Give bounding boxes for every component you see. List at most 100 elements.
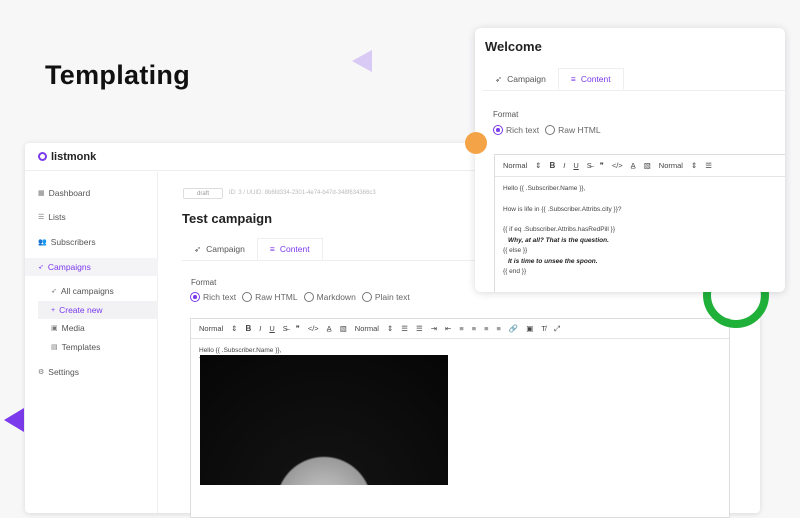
label: Raw HTML xyxy=(558,125,601,135)
label: Plain text xyxy=(374,292,410,302)
rocket-icon: ➶ xyxy=(194,243,202,254)
body-line: {{ else }} xyxy=(503,247,528,254)
rich-text-editor[interactable]: Normal ⇕ B I U S̶ ❞ </> A̲ ▧ Normal ⇕ ☰ ☰ ⇥ ⇤ ≡ ≡ ≡ ≡ … xyxy=(190,318,730,518)
label: Campaign xyxy=(507,74,546,84)
outdent-icon[interactable]: ⇤ xyxy=(445,324,451,333)
decor-triangle-left xyxy=(4,408,24,432)
underline-icon[interactable]: U xyxy=(573,161,578,170)
label: Campaigns xyxy=(47,262,91,272)
page-title: Test campaign xyxy=(182,211,273,226)
align-right-icon[interactable]: ≡ xyxy=(484,324,488,333)
tab-content[interactable]: ≡ Content xyxy=(557,68,624,90)
format-radios: Rich text Raw HTML xyxy=(493,125,601,135)
bold-icon[interactable]: B xyxy=(549,161,555,170)
underline-icon[interactable]: U xyxy=(269,324,274,333)
label: Templates xyxy=(61,342,101,352)
logo-icon xyxy=(38,152,47,161)
align-left-icon[interactable]: ≡ xyxy=(459,324,463,333)
text-color-icon[interactable]: A̲ xyxy=(631,161,636,170)
dashboard-icon: ▦ xyxy=(38,190,45,197)
image-icon[interactable]: ▣ xyxy=(526,324,533,333)
sidebar-item-templates[interactable]: ▤ Templates xyxy=(25,338,133,356)
body-line: It is time to unsee the spoon. xyxy=(508,257,598,265)
radio-markdown[interactable]: Markdown xyxy=(303,292,356,302)
label: Rich text xyxy=(506,125,540,135)
sidebar: ▦ Dashboard ☰ Lists 👥 Subscribers ➶ Campaign… xyxy=(25,172,158,513)
bold-icon[interactable]: B xyxy=(245,324,251,333)
list-icon[interactable]: ☰ xyxy=(705,161,712,170)
bg-color-icon[interactable]: ▧ xyxy=(644,161,651,170)
status-badge: draft xyxy=(183,188,223,199)
campaign-uid: ID: 3 / UUID: 8b6fd334-2301-4e74-b47d-34… xyxy=(229,190,376,196)
bullet-list-icon[interactable]: ☰ xyxy=(416,324,423,333)
radio-icon xyxy=(361,292,372,302)
strike-icon[interactable]: S̶ xyxy=(587,161,592,170)
body-line: Why, at all? That is the question. xyxy=(508,236,609,244)
sidebar-item-subscribers[interactable]: 👥 Subscribers xyxy=(25,233,158,251)
clear-format-icon[interactable]: T̸ xyxy=(541,324,546,333)
sidebar-item-all-campaigns[interactable]: ➶ All campaigns xyxy=(25,282,133,300)
quote-icon[interactable]: ❞ xyxy=(296,324,300,333)
align-center-icon[interactable]: ≡ xyxy=(472,324,476,333)
radio-rich-text[interactable]: Rich text xyxy=(493,125,539,135)
content-icon: ≡ xyxy=(269,244,275,254)
editor-toolbar: Normal ⇕ B I U S̶ ❞ </> A̲ ▧ Normal ⇕ ☰ xyxy=(495,155,785,177)
card-editor[interactable]: Normal ⇕ B I U S̶ ❞ </> A̲ ▧ Normal ⇕ ☰ Hello {{ … xyxy=(494,154,785,292)
radio-raw-html[interactable]: Raw HTML xyxy=(545,125,601,135)
rocket-icon: ➶ xyxy=(495,73,503,84)
label: All campaigns xyxy=(60,286,114,296)
label: Lists xyxy=(48,212,66,222)
link-icon[interactable]: 🔗 xyxy=(509,324,518,333)
ordered-list-icon[interactable]: ☰ xyxy=(401,324,408,333)
rocket-icon: ➶ xyxy=(51,288,57,295)
sidebar-item-campaigns[interactable]: ➶ Campaigns xyxy=(25,258,158,276)
file-icon: ▤ xyxy=(51,344,58,351)
align-justify-icon[interactable]: ≡ xyxy=(496,324,500,333)
size-select[interactable]: Normal xyxy=(659,161,683,170)
code-icon[interactable]: </> xyxy=(308,324,319,333)
radio-rich-text[interactable]: Rich text xyxy=(190,292,236,302)
list-icon: ☰ xyxy=(38,214,45,221)
tab-campaign[interactable]: ➶ Campaign xyxy=(483,68,558,90)
decor-triangle xyxy=(352,50,372,72)
label: Media xyxy=(61,323,85,333)
fullscreen-icon[interactable]: ⤢ xyxy=(554,324,560,334)
editor-body[interactable]: Hello {{ .Subscriber.Name }}, How is lif… xyxy=(495,177,785,285)
welcome-card: Welcome ➶ Campaign ≡ Content Format Rich t… xyxy=(475,28,785,292)
radio-raw-html[interactable]: Raw HTML xyxy=(242,292,298,302)
sidebar-item-dashboard[interactable]: ▦ Dashboard xyxy=(25,184,158,202)
label: Raw HTML xyxy=(255,292,298,302)
code-icon[interactable]: </> xyxy=(612,161,623,170)
format-label: Format xyxy=(493,110,519,119)
quote-icon[interactable]: ❞ xyxy=(600,161,604,170)
label: Settings xyxy=(48,367,79,377)
format-radios: Rich text Raw HTML Markdown Plain text xyxy=(190,292,410,302)
heading-select[interactable]: Normal xyxy=(503,161,527,170)
size-select[interactable]: Normal xyxy=(355,324,379,333)
sidebar-item-media[interactable]: ▣ Media xyxy=(25,319,133,337)
italic-icon[interactable]: I xyxy=(259,324,261,333)
decor-dot xyxy=(465,132,487,154)
body-line: {{ if eq .Subscriber.Attribs.hasRedPill … xyxy=(503,226,616,233)
radio-icon xyxy=(190,292,200,302)
heading-select[interactable]: Normal xyxy=(199,324,223,333)
sidebar-item-create-new[interactable]: + Create new xyxy=(38,301,158,319)
strike-icon[interactable]: S̶ xyxy=(283,324,288,333)
tab-campaign[interactable]: ➶ Campaign xyxy=(182,238,257,260)
sidebar-item-settings[interactable]: ⚙ Settings xyxy=(25,363,158,381)
hero-title: Templating xyxy=(45,60,191,90)
bg-color-icon[interactable]: ▧ xyxy=(340,324,347,333)
format-label: Format xyxy=(191,278,217,287)
sidebar-item-lists[interactable]: ☰ Lists xyxy=(25,208,158,226)
italic-icon[interactable]: I xyxy=(563,161,565,170)
radio-plain-text[interactable]: Plain text xyxy=(361,292,410,302)
label: Dashboard xyxy=(48,188,91,198)
label: Subscribers xyxy=(50,237,96,247)
rocket-icon: ➶ xyxy=(38,264,44,271)
indent-icon[interactable]: ⇥ xyxy=(431,324,437,333)
tab-content[interactable]: ≡ Content xyxy=(256,238,323,260)
moon-image xyxy=(200,355,448,485)
body-line: Hello {{ .Subscriber.Name }}, xyxy=(503,185,586,192)
plus-icon: + xyxy=(51,306,56,314)
text-color-icon[interactable]: A̲ xyxy=(327,324,332,333)
